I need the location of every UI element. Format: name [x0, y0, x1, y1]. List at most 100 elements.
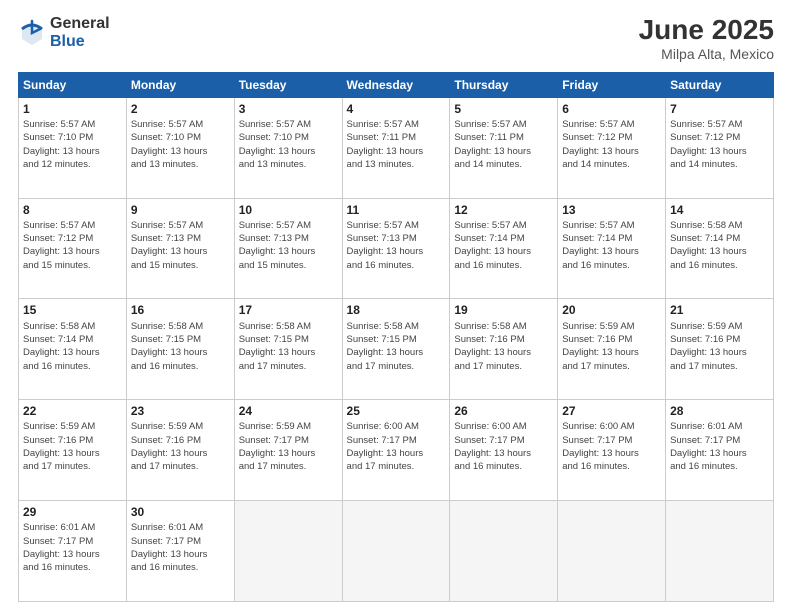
- calendar-header-row: Sunday Monday Tuesday Wednesday Thursday…: [19, 72, 774, 97]
- day-info-line: Sunset: 7:12 PM: [23, 233, 93, 244]
- calendar-cell: 19Sunrise: 5:58 AMSunset: 7:16 PMDayligh…: [450, 299, 558, 400]
- calendar-cell: 4Sunrise: 5:57 AMSunset: 7:11 PMDaylight…: [342, 97, 450, 198]
- day-info-line: Sunrise: 5:57 AM: [239, 220, 311, 231]
- day-number: 5: [454, 101, 553, 117]
- day-info-line: Sunrise: 5:57 AM: [670, 119, 742, 130]
- day-info-line: and 16 minutes.: [23, 361, 91, 372]
- day-info-line: Daylight: 13 hours: [347, 347, 424, 358]
- day-info: Sunrise: 5:57 AMSunset: 7:11 PMDaylight:…: [454, 118, 553, 171]
- calendar-cell: 23Sunrise: 5:59 AMSunset: 7:16 PMDayligh…: [126, 400, 234, 501]
- day-info-line: Daylight: 13 hours: [670, 448, 747, 459]
- day-info-line: Sunset: 7:13 PM: [239, 233, 309, 244]
- day-number: 16: [131, 302, 230, 318]
- calendar-cell: 10Sunrise: 5:57 AMSunset: 7:13 PMDayligh…: [234, 198, 342, 299]
- day-info: Sunrise: 5:57 AMSunset: 7:14 PMDaylight:…: [562, 219, 661, 272]
- title-block: June 2025 Milpa Alta, Mexico: [639, 15, 774, 62]
- calendar-cell: 27Sunrise: 6:00 AMSunset: 7:17 PMDayligh…: [558, 400, 666, 501]
- day-info-line: Daylight: 13 hours: [670, 347, 747, 358]
- day-info-line: Sunset: 7:16 PM: [454, 334, 524, 345]
- day-number: 3: [239, 101, 338, 117]
- logo-general: General: [50, 15, 110, 33]
- day-info-line: Sunrise: 5:59 AM: [670, 321, 742, 332]
- col-sunday: Sunday: [19, 72, 127, 97]
- day-number: 7: [670, 101, 769, 117]
- day-info-line: Sunset: 7:15 PM: [239, 334, 309, 345]
- day-info: Sunrise: 5:57 AMSunset: 7:10 PMDaylight:…: [23, 118, 122, 171]
- calendar-cell: 25Sunrise: 6:00 AMSunset: 7:17 PMDayligh…: [342, 400, 450, 501]
- day-info-line: Sunset: 7:17 PM: [454, 435, 524, 446]
- day-info-line: Sunrise: 6:00 AM: [347, 421, 419, 432]
- calendar-cell: 15Sunrise: 5:58 AMSunset: 7:14 PMDayligh…: [19, 299, 127, 400]
- calendar-cell: 22Sunrise: 5:59 AMSunset: 7:16 PMDayligh…: [19, 400, 127, 501]
- calendar-cell: 26Sunrise: 6:00 AMSunset: 7:17 PMDayligh…: [450, 400, 558, 501]
- day-info-line: Sunrise: 6:01 AM: [131, 522, 203, 533]
- logo-text: General Blue: [50, 15, 110, 50]
- day-info-line: Sunset: 7:10 PM: [239, 132, 309, 143]
- day-info-line: Sunset: 7:17 PM: [562, 435, 632, 446]
- day-info-line: Sunset: 7:17 PM: [347, 435, 417, 446]
- day-number: 4: [347, 101, 446, 117]
- day-info-line: Sunrise: 5:59 AM: [239, 421, 311, 432]
- day-info-line: Sunrise: 5:57 AM: [562, 119, 634, 130]
- day-info-line: and 17 minutes.: [562, 361, 630, 372]
- day-info-line: Daylight: 13 hours: [347, 246, 424, 257]
- day-info-line: and 12 minutes.: [23, 159, 91, 170]
- calendar: Sunday Monday Tuesday Wednesday Thursday…: [18, 72, 774, 602]
- day-info-line: Daylight: 13 hours: [562, 246, 639, 257]
- calendar-cell: 11Sunrise: 5:57 AMSunset: 7:13 PMDayligh…: [342, 198, 450, 299]
- day-info-line: Sunset: 7:17 PM: [23, 536, 93, 547]
- day-info-line: and 13 minutes.: [347, 159, 415, 170]
- calendar-cell: 14Sunrise: 5:58 AMSunset: 7:14 PMDayligh…: [666, 198, 774, 299]
- day-info: Sunrise: 5:57 AM Sunset: 7:12 PM Daylight:…: [670, 118, 769, 171]
- day-info: Sunrise: 6:00 AMSunset: 7:17 PMDaylight:…: [562, 420, 661, 473]
- logo-blue: Blue: [50, 33, 110, 51]
- day-info: Sunrise: 5:59 AMSunset: 7:16 PMDaylight:…: [670, 320, 769, 373]
- day-info-line: Sunset: 7:17 PM: [670, 435, 740, 446]
- day-info-line: Daylight: 13 hours: [562, 146, 639, 157]
- day-info-line: Sunrise: 5:58 AM: [239, 321, 311, 332]
- day-info-line: Daylight: 13 hours: [239, 448, 316, 459]
- day-info-line: and 16 minutes.: [670, 461, 738, 472]
- day-info-line: and 17 minutes.: [454, 361, 522, 372]
- day-number: 26: [454, 403, 553, 419]
- calendar-cell: 30Sunrise: 6:01 AMSunset: 7:17 PMDayligh…: [126, 501, 234, 602]
- day-info: Sunrise: 5:57 AMSunset: 7:13 PMDaylight:…: [131, 219, 230, 272]
- day-info: Sunrise: 5:59 AMSunset: 7:16 PMDaylight:…: [562, 320, 661, 373]
- day-info-line: Sunset: 7:14 PM: [454, 233, 524, 244]
- day-info-line: Sunset: 7:10 PM: [131, 132, 201, 143]
- day-info: Sunrise: 5:58 AMSunset: 7:14 PMDaylight:…: [23, 320, 122, 373]
- day-info-line: Daylight: 13 hours: [670, 146, 747, 157]
- day-number: 30: [131, 504, 230, 520]
- day-info-line: Sunrise: 6:01 AM: [670, 421, 742, 432]
- calendar-cell: 2Sunrise: 5:57 AMSunset: 7:10 PMDaylight…: [126, 97, 234, 198]
- day-info-line: Sunrise: 5:57 AM: [131, 220, 203, 231]
- day-number: 23: [131, 403, 230, 419]
- day-info: Sunrise: 6:00 AMSunset: 7:17 PMDaylight:…: [454, 420, 553, 473]
- day-info-line: Sunset: 7:16 PM: [562, 334, 632, 345]
- calendar-cell: [558, 501, 666, 602]
- calendar-week-1: 1Sunrise: 5:57 AMSunset: 7:10 PMDaylight…: [19, 97, 774, 198]
- calendar-cell: 17Sunrise: 5:58 AMSunset: 7:15 PMDayligh…: [234, 299, 342, 400]
- day-info-line: Daylight: 13 hours: [131, 347, 208, 358]
- calendar-cell: 20Sunrise: 5:59 AMSunset: 7:16 PMDayligh…: [558, 299, 666, 400]
- day-info-line: and 17 minutes.: [347, 461, 415, 472]
- day-info-line: Daylight: 13 hours: [454, 347, 531, 358]
- day-number: 22: [23, 403, 122, 419]
- day-info-line: and 17 minutes.: [670, 361, 738, 372]
- calendar-cell: 18Sunrise: 5:58 AMSunset: 7:15 PMDayligh…: [342, 299, 450, 400]
- day-info-line: Daylight: 13 hours: [239, 347, 316, 358]
- day-info-line: Sunset: 7:12 PM: [562, 132, 632, 143]
- day-info-line: Daylight: 13 hours: [23, 246, 100, 257]
- day-info-line: Sunset: 7:11 PM: [454, 132, 524, 143]
- day-info-line: Daylight: 13 hours: [131, 146, 208, 157]
- day-info: Sunrise: 6:00 AMSunset: 7:17 PMDaylight:…: [347, 420, 446, 473]
- day-info-line: Sunset: 7:12 PM: [670, 132, 740, 143]
- day-info-line: Sunrise: 5:58 AM: [131, 321, 203, 332]
- day-number: 13: [562, 202, 661, 218]
- day-info-line: Daylight: 13 hours: [454, 448, 531, 459]
- day-info-line: and 13 minutes.: [239, 159, 307, 170]
- day-info-line: Sunset: 7:10 PM: [23, 132, 93, 143]
- day-number: 6: [562, 101, 661, 117]
- day-number: 9: [131, 202, 230, 218]
- day-info-line: and 16 minutes.: [562, 461, 630, 472]
